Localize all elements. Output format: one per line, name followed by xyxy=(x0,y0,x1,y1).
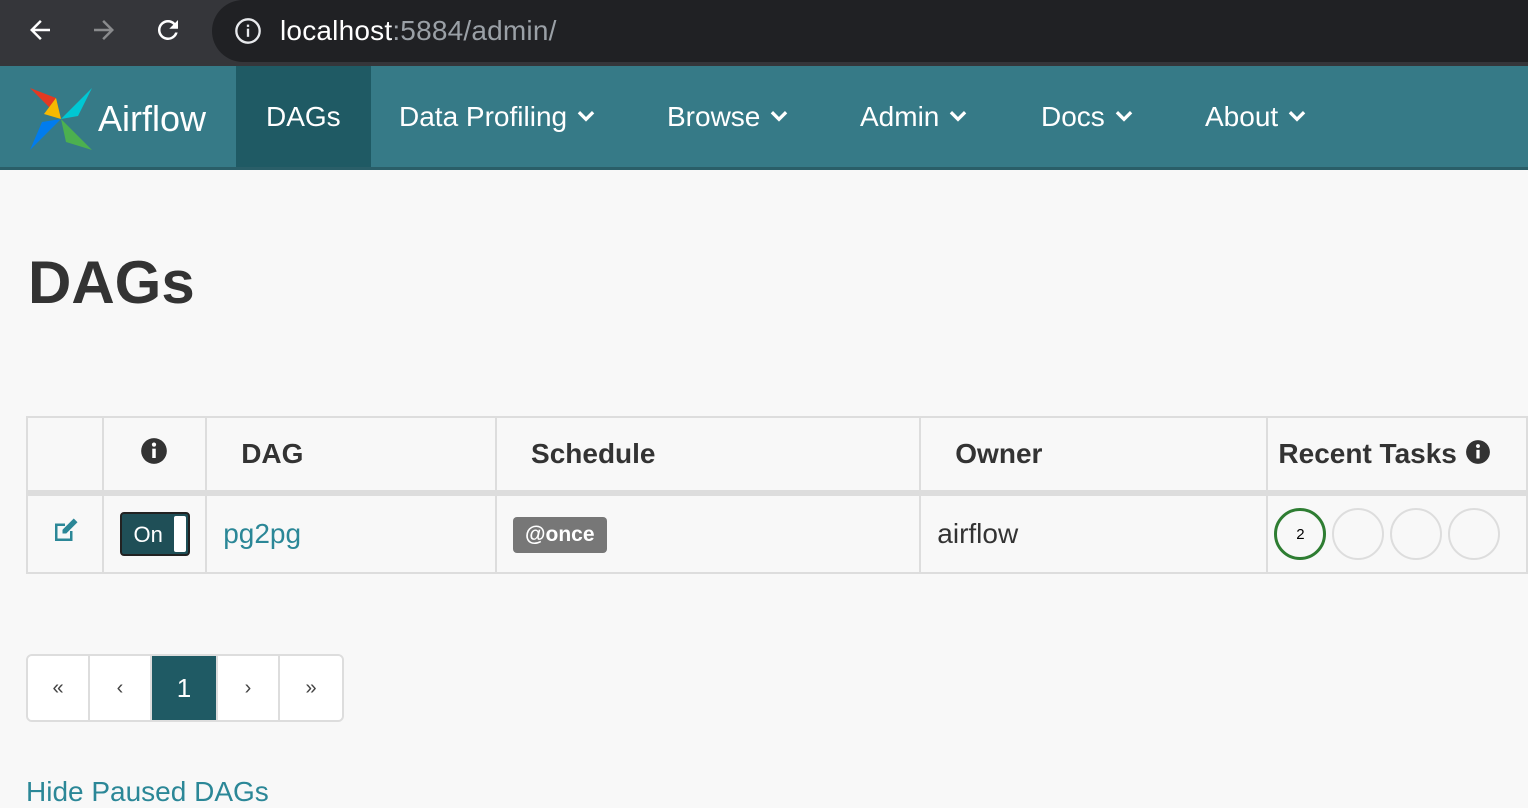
edit-cell xyxy=(26,492,104,574)
hide-paused-dags-link[interactable]: Hide Paused DAGs xyxy=(26,776,269,808)
task-state-success-circle[interactable]: 2 xyxy=(1274,508,1327,560)
header-schedule-label: Schedule xyxy=(531,438,656,469)
nav-dags[interactable]: DAGs xyxy=(236,66,371,167)
brand-name: Airflow xyxy=(98,98,207,139)
browser-toolbar: localhost:5884/admin/ xyxy=(0,0,1528,66)
table-row: On pg2pg @once airflow 2 xyxy=(26,492,1528,574)
info-circle-icon[interactable] xyxy=(140,437,168,465)
chevron-down-icon xyxy=(771,110,788,122)
nav-docs-label: Docs xyxy=(1041,100,1105,132)
reload-icon xyxy=(157,19,178,40)
owner-cell: airflow xyxy=(919,492,1269,574)
info-icon[interactable] xyxy=(234,17,262,45)
chevron-down-icon xyxy=(1288,110,1306,122)
header-dag-label: DAG xyxy=(241,438,304,469)
dag-cell: pg2pg xyxy=(205,492,498,574)
url-text: localhost:5884/admin/ xyxy=(280,15,557,47)
table-header-row: DAG Schedule Owner Recent Tasks xyxy=(26,416,1528,496)
recent-tasks-circles: 2 xyxy=(1268,508,1526,560)
chevron-down-icon xyxy=(1115,110,1133,122)
nav-admin-label: Admin xyxy=(860,100,940,132)
nav-about[interactable]: About xyxy=(1205,66,1308,167)
pinwheel-logo-icon xyxy=(30,88,92,150)
header-owner-label: Owner xyxy=(955,438,1043,469)
address-bar[interactable]: localhost:5884/admin/ xyxy=(212,0,1528,62)
dag-link[interactable]: pg2pg xyxy=(207,518,301,549)
edit-icon[interactable] xyxy=(50,516,80,546)
nav-data-profiling[interactable]: Data Profiling xyxy=(399,66,597,167)
toggle-knob xyxy=(173,516,186,552)
toggle-label: On xyxy=(133,522,163,547)
next-page-button[interactable]: › xyxy=(218,656,280,720)
nav-docs[interactable]: Docs xyxy=(1041,66,1135,167)
header-recent-tasks: Recent Tasks xyxy=(1266,416,1528,496)
arrow-right-icon xyxy=(94,20,114,40)
nav-admin[interactable]: Admin xyxy=(860,66,969,167)
toggle-cell: On xyxy=(101,492,208,574)
nav-browse[interactable]: Browse xyxy=(667,66,790,167)
task-state-circle[interactable] xyxy=(1390,508,1443,560)
nav-about-label: About xyxy=(1205,100,1279,132)
task-state-circle[interactable] xyxy=(1448,508,1501,560)
forward-button[interactable] xyxy=(84,10,124,50)
nav-dags-label: DAGs xyxy=(266,100,341,132)
schedule-badge: @once xyxy=(513,516,607,553)
nav-browse-label: Browse xyxy=(667,100,761,132)
prev-page-button[interactable]: ‹ xyxy=(90,656,152,720)
dag-pause-toggle[interactable]: On xyxy=(119,512,190,556)
header-edit xyxy=(26,416,104,496)
brand-logo[interactable]: Airflow xyxy=(26,84,206,154)
header-schedule[interactable]: Schedule xyxy=(495,416,922,496)
reload-button[interactable] xyxy=(148,10,188,50)
info-circle-icon[interactable] xyxy=(1465,439,1491,465)
header-info xyxy=(101,416,208,496)
task-state-circle[interactable] xyxy=(1332,508,1385,560)
arrow-left-icon xyxy=(30,20,50,40)
back-button[interactable] xyxy=(20,10,60,50)
chevron-down-icon xyxy=(950,110,967,122)
dags-table: DAG Schedule Owner Recent Tasks On pg2pg… xyxy=(26,416,1528,574)
first-page-button[interactable]: « xyxy=(28,656,90,720)
page-title: DAGs xyxy=(28,249,195,316)
airflow-navbar: Airflow DAGs Data Profiling Browse Admin… xyxy=(0,66,1528,170)
header-recent-tasks-label: Recent Tasks xyxy=(1278,438,1457,469)
nav-data-profiling-label: Data Profiling xyxy=(399,100,568,132)
url-path: :5884/admin/ xyxy=(392,15,557,46)
current-page-button[interactable]: 1 xyxy=(152,656,218,720)
last-page-button[interactable]: » xyxy=(280,656,342,720)
header-owner[interactable]: Owner xyxy=(919,416,1269,496)
recent-tasks-cell: 2 xyxy=(1266,492,1528,574)
url-host: localhost xyxy=(280,15,393,46)
pagination: « ‹ 1 › » xyxy=(26,654,344,722)
chevron-down-icon xyxy=(577,110,595,122)
schedule-cell: @once xyxy=(495,492,922,574)
owner-text: airflow xyxy=(937,518,1019,549)
header-dag[interactable]: DAG xyxy=(205,416,498,496)
